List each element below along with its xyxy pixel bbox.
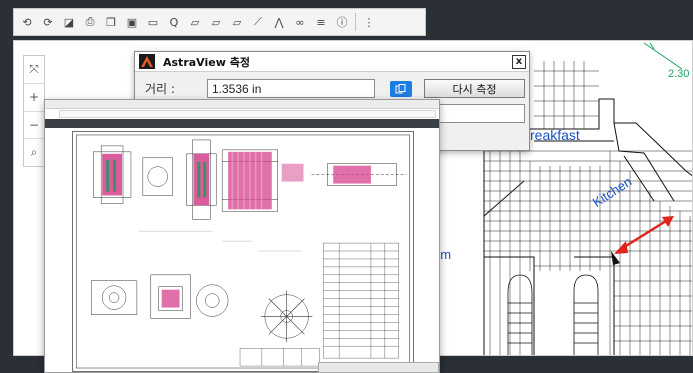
mechanical-drawing (72, 131, 414, 372)
distance-label: 거리 : (145, 82, 175, 96)
distance-field[interactable]: 1.3536 in (207, 79, 375, 98)
layer-minus-icon[interactable]: ▱ (185, 12, 205, 32)
folder-icon[interactable]: ▭ (143, 12, 163, 32)
room-label-breakfast: reakfast (530, 127, 580, 143)
layer-plus-icon[interactable]: ▱ (227, 12, 247, 32)
remeasure-button[interactable]: 다시 측정 (424, 79, 525, 98)
dialog-title: AstraView 측정 (163, 55, 250, 69)
more-icon[interactable]: ⋮ (359, 12, 379, 32)
prev-view-icon[interactable]: ⟲ (17, 12, 37, 32)
color-window-icon[interactable]: ▣ (122, 12, 142, 32)
compass-icon[interactable]: ⋀ (269, 12, 289, 32)
browser-screenshot-overlay (44, 99, 440, 373)
zoom-out-icon[interactable]: − (24, 112, 44, 140)
dimension-label: 2.30 (668, 68, 690, 80)
text-search-icon[interactable]: Q (164, 12, 184, 32)
overlay-address-bar (59, 110, 436, 118)
eraser-icon[interactable]: ◪ (59, 12, 79, 32)
zoom-controls: ⤧ + − ⌕ (23, 55, 45, 167)
layer-edit-icon[interactable]: ▱ (206, 12, 226, 32)
fit-icon[interactable]: ⤧ (24, 56, 44, 84)
copy-value-button[interactable] (390, 81, 412, 97)
dialog-titlebar[interactable]: AstraView 측정 x (135, 52, 529, 72)
main-toolbar: ⟲ ⟳ ◪ ⎙ ❐ ▣ ▭ Q ▱ ▱ ▱ ⟋ ⋀ ∞ ≡ ⓘ ⋮ (13, 8, 426, 36)
close-icon[interactable]: x (512, 55, 526, 69)
chain-icon[interactable]: ∞ (290, 12, 310, 32)
copy-icon (395, 84, 406, 94)
copy-window-icon[interactable]: ❐ (101, 12, 121, 32)
overlay-viewer-toolbar (45, 119, 439, 128)
measurement-arrow (611, 216, 674, 265)
lines-icon[interactable]: ≡ (311, 12, 331, 32)
info-icon[interactable]: ⓘ (332, 12, 352, 32)
toolbar-separator (355, 13, 356, 31)
next-view-icon[interactable]: ⟳ (38, 12, 58, 32)
astraview-logo-icon (139, 54, 155, 69)
zoom-in-icon[interactable]: + (24, 84, 44, 112)
print-icon[interactable]: ⎙ (80, 12, 100, 32)
zoom-area-icon[interactable]: ⌕ (24, 139, 44, 166)
overlay-titlebar (45, 100, 439, 109)
overlay-status-bar (318, 362, 439, 373)
ruler-icon[interactable]: ⟋ (248, 12, 268, 32)
